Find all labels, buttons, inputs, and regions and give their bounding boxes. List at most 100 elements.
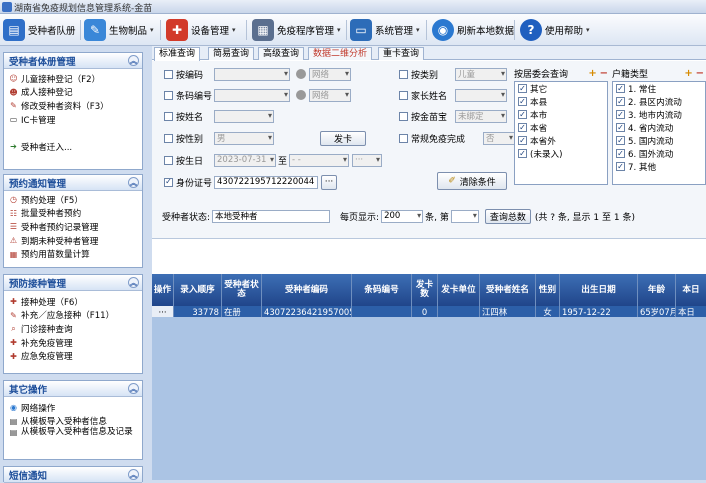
- by-category-checkbox[interactable]: [399, 69, 408, 79]
- page-number-select[interactable]: [450, 209, 479, 223]
- column-header[interactable]: 受种者状态: [222, 274, 262, 306]
- sidebar-item-child-registration[interactable]: ☺ 儿童接种登记（F2）: [4, 72, 142, 86]
- gold-seedling-checkbox[interactable]: [399, 111, 408, 121]
- sidebar-item-batch-appointment[interactable]: ☷ 批量受种者预约: [4, 207, 142, 221]
- sidebar-item-edit-vaccinee[interactable]: ✎ 修改受种者资料（F3）: [4, 99, 142, 113]
- panel-header[interactable]: 其它操作 ︽: [4, 381, 142, 397]
- sidebar-item-calculator[interactable]: ▦ 预约用苗数量计算: [4, 247, 142, 261]
- id-card-more-button[interactable]: ···: [321, 174, 337, 190]
- column-header[interactable]: 本日: [676, 274, 706, 306]
- residence-list[interactable]: ✓ 1. 常住 ✓ 2. 县区内流动 ✓ 3. 地市内流动 ✓ 4. 省内流动 ✓ 5. …: [612, 81, 706, 185]
- parent-name-checkbox[interactable]: [399, 90, 408, 100]
- list-item[interactable]: ✓ 7. 其他: [613, 160, 705, 173]
- collapse-icon[interactable]: ︽: [128, 383, 139, 394]
- remove-icon[interactable]: −: [696, 68, 704, 79]
- barcode-input[interactable]: [214, 88, 290, 102]
- barcode-checkbox[interactable]: [164, 90, 173, 100]
- sidebar-item-appointment-record[interactable]: ☰ 受种者预约记录管理: [4, 220, 142, 234]
- category-select[interactable]: 儿童: [455, 67, 507, 81]
- barcode-source-select[interactable]: 网络: [309, 88, 351, 102]
- sidebar-item-ic-card[interactable]: ▭ IC卡管理: [4, 113, 142, 127]
- sidebar-item-import-record[interactable]: ▤ 从模板导入受种者信息及记录: [4, 428, 142, 446]
- collapse-icon[interactable]: ︽: [128, 469, 139, 480]
- biologics-button[interactable]: ✎ 生物制品 ▾: [84, 17, 154, 43]
- list-item[interactable]: ✓ 6. 国外流动: [613, 147, 705, 160]
- column-header[interactable]: 受种者编码: [262, 274, 352, 306]
- by-birth-checkbox[interactable]: [164, 155, 173, 165]
- network-radio[interactable]: [296, 69, 306, 79]
- column-header[interactable]: 条码编号: [352, 274, 412, 306]
- birth-to-input[interactable]: - -: [289, 153, 350, 167]
- list-item[interactable]: ✓ 3. 地市内流动: [613, 108, 705, 121]
- gender-select[interactable]: 男: [214, 131, 274, 145]
- table-row[interactable]: ··· 33778 在册 430722364219570055 0 江四林 女 …: [152, 306, 706, 317]
- panel-header[interactable]: 预约通知管理 ︽: [4, 175, 142, 191]
- birth-more-select[interactable]: ···: [352, 153, 383, 167]
- vaccinee-book-button[interactable]: ▤ 受种者队册: [3, 17, 76, 43]
- tab-duplicate-card-query[interactable]: 重卡查询: [378, 47, 425, 60]
- tab-standard-query[interactable]: 标准查询: [154, 47, 201, 61]
- regular-complete-select[interactable]: 否: [483, 131, 515, 145]
- tab-advanced-query[interactable]: 高级查询: [258, 47, 305, 60]
- clear-conditions-button[interactable]: ✐ 清除条件: [437, 172, 507, 190]
- add-icon[interactable]: +: [588, 68, 596, 79]
- vaccinee-state-select[interactable]: 本地受种者: [212, 209, 331, 223]
- column-header[interactable]: 操作: [152, 274, 174, 306]
- panel-header[interactable]: 受种者体册管理 ︽: [4, 53, 142, 69]
- sidebar-item-emergency-immune[interactable]: ✚ 应急免疫管理: [4, 349, 142, 363]
- by-code-checkbox[interactable]: [164, 69, 173, 79]
- column-header[interactable]: 年龄: [638, 274, 676, 306]
- sidebar-item-adult-registration[interactable]: ☻ 成人接种登记: [4, 86, 142, 100]
- regular-complete-checkbox[interactable]: [399, 133, 408, 143]
- equipment-button[interactable]: ✚ 设备管理 ▾: [166, 17, 236, 43]
- row-action-button[interactable]: ···: [152, 306, 174, 317]
- list-item[interactable]: ✓ 本县: [515, 95, 607, 108]
- sidebar-item-overdue[interactable]: ⚠ 到期未种受种者管理: [4, 234, 142, 248]
- column-header[interactable]: 发卡数: [412, 274, 438, 306]
- column-header[interactable]: 录入顺序: [174, 274, 222, 306]
- list-item[interactable]: ✓ 1. 常住: [613, 82, 705, 95]
- sidebar-item-vaccination[interactable]: ✚ 接种处理（F6）: [4, 295, 142, 309]
- schedule-button[interactable]: ▦ 免疫程序管理 ▾: [252, 17, 341, 43]
- list-item[interactable]: ✓ 其它: [515, 82, 607, 95]
- issue-card-button[interactable]: 发卡: [320, 130, 366, 146]
- sidebar-item-clinic-query[interactable]: ⌕ 门诊接种查询: [4, 322, 142, 336]
- tab-simple-query[interactable]: 简易查询: [208, 47, 255, 60]
- gold-seedling-select[interactable]: 未绑定: [455, 109, 507, 123]
- birth-from-input[interactable]: 2023-07-31: [214, 153, 276, 167]
- column-header[interactable]: 出生日期: [560, 274, 638, 306]
- by-name-checkbox[interactable]: [164, 111, 173, 121]
- collapse-icon[interactable]: ︽: [128, 55, 139, 66]
- panel-header[interactable]: 短信通知 ︽: [4, 467, 142, 483]
- panel-header[interactable]: 预防接种管理 ︽: [4, 275, 142, 291]
- committee-list[interactable]: ✓ 其它 ✓ 本县 ✓ 本市 ✓ 本省 ✓ 本省外 ✓ (未录入): [514, 81, 608, 185]
- sidebar-item-move-in[interactable]: ➔ 受种者迁入...: [4, 140, 142, 154]
- name-input[interactable]: [214, 109, 274, 123]
- query-total-button[interactable]: 查询总数: [484, 208, 531, 224]
- sidebar-item-supplement[interactable]: ✚ 补充免疫管理: [4, 336, 142, 350]
- list-item[interactable]: ✓ 2. 县区内流动: [613, 95, 705, 108]
- list-item[interactable]: ✓ 本省: [515, 121, 607, 134]
- id-card-input[interactable]: 430722195712220044: [214, 175, 318, 189]
- tab-data-analysis[interactable]: 数据二维分析: [308, 47, 373, 60]
- refresh-button[interactable]: ◉ 刷新本地数据: [432, 17, 514, 43]
- list-item[interactable]: ✓ 本省外: [515, 134, 607, 147]
- id-card-checkbox[interactable]: ✓: [164, 177, 173, 187]
- page-size-select[interactable]: 200: [381, 209, 424, 223]
- list-item[interactable]: ✓ 4. 省内流动: [613, 121, 705, 134]
- collapse-icon[interactable]: ︽: [128, 277, 139, 288]
- list-item[interactable]: ✓ (未录入): [515, 147, 607, 160]
- sidebar-item-emergency[interactable]: ✎ 补充／应急接种（F11）: [4, 309, 142, 323]
- list-item[interactable]: ✓ 本市: [515, 108, 607, 121]
- column-header[interactable]: 发卡单位: [438, 274, 480, 306]
- column-header[interactable]: 性别: [536, 274, 560, 306]
- list-item[interactable]: ✓ 5. 国内流动: [613, 134, 705, 147]
- sidebar-item-appointment[interactable]: ◷ 预约处理（F5）: [4, 193, 142, 207]
- help-button[interactable]: ? 使用帮助 ▾: [520, 17, 590, 43]
- barcode-radio[interactable]: [296, 90, 306, 100]
- sidebar-item-network[interactable]: ◉ 网络操作: [4, 401, 142, 415]
- code-input[interactable]: [214, 67, 290, 81]
- add-icon[interactable]: +: [684, 68, 692, 79]
- system-button[interactable]: ▭ 系统管理 ▾: [350, 17, 420, 43]
- column-header[interactable]: 受种者姓名: [480, 274, 536, 306]
